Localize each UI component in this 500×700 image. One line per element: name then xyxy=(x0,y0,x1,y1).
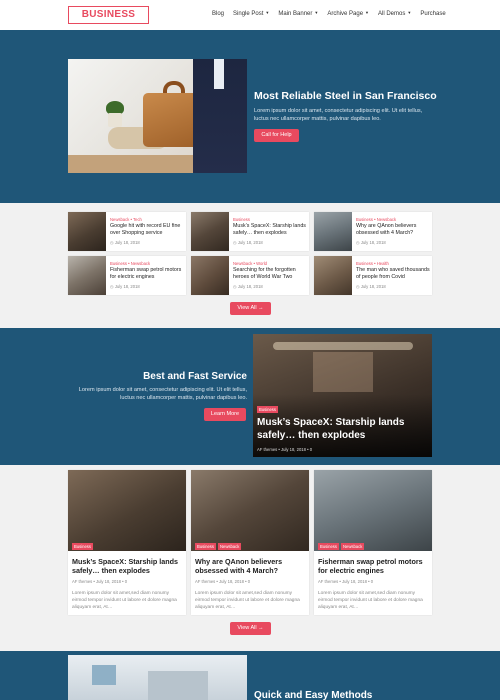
category-badge[interactable]: Business xyxy=(195,543,216,550)
chevron-down-icon: ▼ xyxy=(407,10,412,15)
card-title[interactable]: Why are QAnon believers obsessed with 4 … xyxy=(356,223,430,236)
nav-label: Main Banner xyxy=(278,11,313,17)
card-thumbnail[interactable] xyxy=(191,256,229,295)
card-category[interactable]: Business xyxy=(233,217,250,222)
card-title[interactable]: Google hit with record EU fine over Shop… xyxy=(110,223,184,236)
nav-item-archive-page[interactable]: Archive Page ▼ xyxy=(327,10,369,21)
shirt-shape xyxy=(214,59,224,89)
grid-card[interactable]: Business • Newsback Why are QAnon believ… xyxy=(314,212,432,251)
window-shape xyxy=(92,665,116,685)
nav-label: All Demos xyxy=(378,11,406,17)
post-card[interactable]: Business Musk’s SpaceX: Starship lands s… xyxy=(68,470,186,615)
site-logo[interactable]: BUSINESS xyxy=(68,6,149,24)
grid-card[interactable]: Business • Health The man who saved thou… xyxy=(314,256,432,295)
date-text: July 18, 2018 xyxy=(114,284,140,289)
card-category[interactable]: Newsback • Tech xyxy=(110,217,142,222)
date-text: July 18, 2018 xyxy=(360,240,386,245)
date-text: July 18, 2018 xyxy=(237,240,263,245)
card-title[interactable]: Fisherman swap petrol motors for electri… xyxy=(110,267,184,280)
nav-item-blog[interactable]: Blog xyxy=(212,11,224,21)
nav-item-single-post[interactable]: Single Post ▼ xyxy=(233,10,270,21)
badge-list: Business xyxy=(72,543,93,550)
post-meta: AF themes • July 18, 2018 • 0 xyxy=(72,579,128,584)
card-thumbnail[interactable] xyxy=(314,256,352,295)
main-nav: Blog Single Post ▼ Main Banner ▼ Archive P… xyxy=(212,10,446,21)
card-date: ◷ July 18, 2018 xyxy=(356,240,386,245)
badge-list: Business Newsback xyxy=(195,543,242,550)
post-meta: AF themes • July 18, 2018 • 0 xyxy=(195,579,251,584)
category-badge[interactable]: Newsback xyxy=(341,543,365,550)
hero-title: Most Reliable Steel in San Francisco xyxy=(254,90,437,102)
date-text: July 18, 2018 xyxy=(360,284,386,289)
card-date: ◷ July 18, 2018 xyxy=(110,240,140,245)
post-excerpt: Lorem ipsum dolor sit amet,sed diam nonu… xyxy=(318,591,423,610)
badge-list: Business Newsback xyxy=(318,543,365,550)
post-card[interactable]: Business Newsback Fisherman swap petrol … xyxy=(314,470,432,615)
nav-label: Blog xyxy=(212,11,225,17)
category-badge[interactable]: Newsback xyxy=(218,543,242,550)
card-thumbnail[interactable] xyxy=(191,212,229,251)
card-thumbnail[interactable] xyxy=(314,212,352,251)
grid-card[interactable]: Newsback • Tech Google hit with record E… xyxy=(68,212,186,251)
machine-shape xyxy=(148,671,208,700)
post-title[interactable]: Why are QAnon believers obsessed with 4 … xyxy=(195,557,305,575)
card-date: ◷ July 18, 2018 xyxy=(356,284,386,289)
pot-shape xyxy=(108,113,122,127)
nav-label: Archive Page xyxy=(327,11,364,17)
post-card[interactable]: Business Newsback Why are QAnon believer… xyxy=(191,470,309,615)
call-for-help-button[interactable]: Call for Help xyxy=(254,129,299,142)
grid-card[interactable]: Business Musk’s SpaceX: Starship lands s… xyxy=(191,212,309,251)
feature-title: Best and Fast Service xyxy=(143,371,247,382)
chevron-down-icon: ▼ xyxy=(314,10,319,15)
bottom-image xyxy=(68,655,247,700)
category-badge[interactable]: Business xyxy=(318,543,339,550)
learn-more-button[interactable]: Learn More xyxy=(204,408,246,421)
nav-label: Single Post xyxy=(233,11,264,17)
view-all-button[interactable]: View All → xyxy=(230,302,271,315)
card-category[interactable]: Business • Health xyxy=(356,261,389,266)
category-badge[interactable]: Business xyxy=(72,543,93,550)
grid-card[interactable]: Newsback • World Searching for the forgo… xyxy=(191,256,309,295)
view-all-button[interactable]: View All → xyxy=(230,622,271,635)
post-title[interactable]: Fisherman swap petrol motors for electri… xyxy=(318,557,428,575)
post-image[interactable] xyxy=(314,470,432,551)
post-meta: AF themes • July 18, 2018 • 0 xyxy=(318,579,374,584)
chevron-down-icon: ▼ xyxy=(365,10,369,15)
post-image[interactable] xyxy=(68,470,186,551)
card-date: ◷ July 18, 2018 xyxy=(233,284,263,289)
card-category[interactable]: Business • Newsback xyxy=(356,217,396,222)
card-thumbnail[interactable] xyxy=(68,212,106,251)
card-category[interactable]: Newsback • World xyxy=(233,261,267,266)
nav-item-all-demos[interactable]: All Demos ▼ xyxy=(378,10,412,21)
chevron-down-icon: ▼ xyxy=(265,10,270,15)
card-title[interactable]: The man who saved thousands of people fr… xyxy=(356,267,430,280)
feature-card-title[interactable]: Musk’s SpaceX: Starship lands safely… th… xyxy=(257,416,427,442)
date-text: July 18, 2018 xyxy=(237,284,263,289)
feature-category-badge[interactable]: Business xyxy=(257,406,278,413)
card-title[interactable]: Musk’s SpaceX: Starship lands safely… th… xyxy=(233,223,307,236)
card-thumbnail[interactable] xyxy=(68,256,106,295)
date-text: July 18, 2018 xyxy=(114,240,140,245)
card-title[interactable]: Searching for the forgotten heroes of Wo… xyxy=(233,267,307,280)
card-date: ◷ July 18, 2018 xyxy=(233,240,263,245)
hero-image xyxy=(68,59,247,173)
hero-text: Lorem ipsum dolor sit amet, consectetur … xyxy=(254,108,423,122)
post-title[interactable]: Musk’s SpaceX: Starship lands safely… th… xyxy=(72,557,182,575)
grid-card[interactable]: Business • Newsback Fisherman swap petro… xyxy=(68,256,186,295)
nav-label: Purchase xyxy=(420,11,446,17)
feature-text: Lorem ipsum dolor sit amet, consectetur … xyxy=(78,387,247,401)
nav-item-purchase[interactable]: Purchase xyxy=(420,11,445,21)
card-category[interactable]: Business • Newsback xyxy=(110,261,150,266)
ceiling-light-shape xyxy=(273,342,413,350)
card-date: ◷ July 18, 2018 xyxy=(110,284,140,289)
post-excerpt: Lorem ipsum dolor sit amet,sed diam nonu… xyxy=(195,591,300,610)
nav-item-main-banner[interactable]: Main Banner ▼ xyxy=(278,10,319,21)
post-image[interactable] xyxy=(191,470,309,551)
feature-card-meta: AF themes • July 18, 2018 • 0 xyxy=(257,447,313,452)
wood-panel-shape xyxy=(313,352,373,392)
post-excerpt: Lorem ipsum dolor sit amet,sed diam nonu… xyxy=(72,591,177,610)
bottom-title: Quick and Easy Methods xyxy=(254,690,373,700)
